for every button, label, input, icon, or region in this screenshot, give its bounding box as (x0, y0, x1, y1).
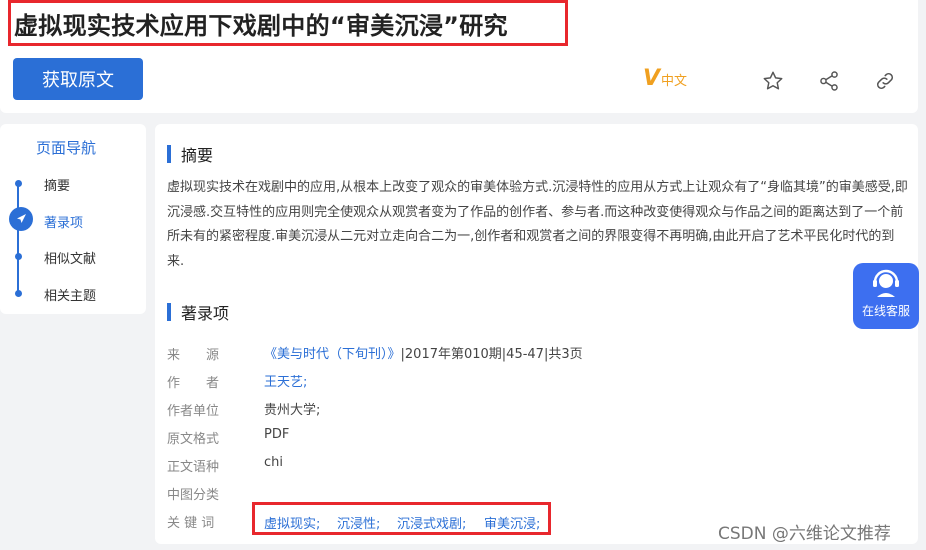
nav-title: 页面导航 (36, 139, 97, 157)
nav-dot (14, 253, 22, 260)
source-link[interactable]: 《美与时代（下旬刊）》 (264, 347, 401, 362)
star-icon[interactable] (762, 70, 784, 92)
page-navigation: 页面导航 摘要 著录项 相似文献 相关主题 (0, 124, 146, 314)
nav-timeline (17, 182, 19, 294)
language-value: chi (264, 455, 283, 470)
link-icon[interactable] (874, 70, 896, 92)
vzh-logo-text: 中文 (661, 74, 688, 89)
vzh-logo[interactable]: V 中文 (643, 66, 687, 90)
keywords-label: 关 键 词 (167, 516, 215, 531)
keyword-link[interactable]: 沉浸式戏剧; (397, 513, 466, 532)
nav-item-similar[interactable]: 相似文献 (44, 248, 96, 267)
bibliography-heading: 著录项 (167, 300, 229, 324)
online-service-button[interactable]: 在线客服 (853, 263, 919, 329)
source-value: 《美与时代（下旬刊）》|2017年第010期|45-47|共3页 (264, 343, 583, 362)
source-detail: |2017年第010期|45-47|共3页 (400, 347, 583, 362)
abstract-heading-text: 摘要 (181, 146, 214, 165)
vzh-logo-v: V (643, 66, 661, 91)
section-bar (167, 303, 171, 321)
nav-item-bibliography[interactable]: 著录项 (44, 212, 83, 231)
source-label: 来 源 (167, 348, 220, 363)
nav-dot (14, 290, 22, 297)
nav-item-abstract[interactable]: 摘要 (44, 175, 70, 194)
keyword-link[interactable]: 沉浸性; (337, 513, 380, 532)
nav-dot (14, 180, 22, 187)
navigation-arrow-icon (17, 214, 26, 223)
abstract-heading: 摘要 (167, 142, 213, 166)
author-link[interactable]: 王天艺; (264, 371, 307, 390)
author-label: 作 者 (167, 376, 220, 391)
affiliation-value: 贵州大学; (264, 403, 321, 418)
headset-icon (873, 269, 899, 297)
clc-label: 中图分类 (167, 488, 220, 503)
share-icon[interactable] (818, 70, 840, 92)
nav-active-marker (9, 207, 33, 231)
keyword-link[interactable]: 审美沉浸; (484, 513, 540, 532)
article-title: 虚拟现实技术应用下戏剧中的“审美沉浸”研究 (14, 12, 508, 40)
format-label: 原文格式 (167, 432, 220, 447)
format-value: PDF (264, 427, 290, 442)
article-detail: 摘要 虚拟现实技术在戏剧中的应用,从根本上改变了观众的审美体验方式.沉浸特性的应… (155, 124, 918, 544)
get-original-button[interactable]: 获取原文 (13, 58, 143, 100)
abstract-text: 虚拟现实技术在戏剧中的应用,从根本上改变了观众的审美体验方式.沉浸特性的应用从方… (167, 180, 908, 269)
online-service-label: 在线客服 (861, 304, 910, 318)
bibliography-heading-text: 著录项 (181, 304, 230, 323)
article-header: 虚拟现实技术应用下戏剧中的“审美沉浸”研究 获取原文 V 中文 (0, 0, 918, 113)
nav-item-related-topics[interactable]: 相关主题 (44, 285, 96, 304)
watermark: CSDN @六维论文推荐 (718, 524, 891, 544)
language-label: 正文语种 (167, 460, 220, 475)
keyword-link[interactable]: 虚拟现实; (264, 513, 320, 532)
section-bar (167, 145, 171, 163)
affiliation-label: 作者单位 (167, 404, 220, 419)
